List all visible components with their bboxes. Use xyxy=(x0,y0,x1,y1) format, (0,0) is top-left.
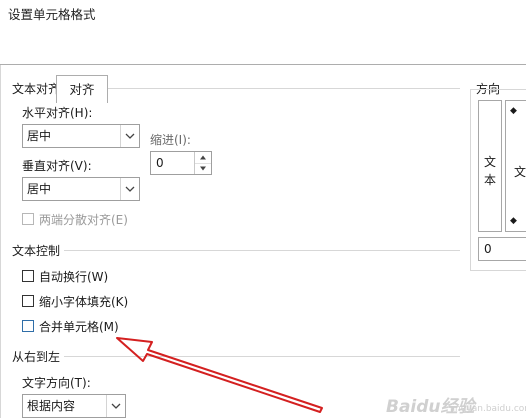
annotation-arrow-icon xyxy=(116,337,323,413)
tab-alignment[interactable]: 对齐 xyxy=(56,75,108,103)
